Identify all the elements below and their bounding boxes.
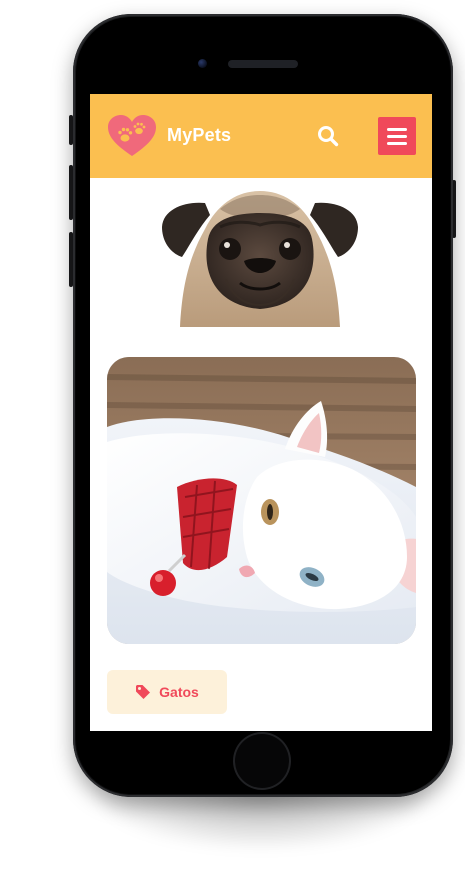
app-header: MyPets xyxy=(90,94,432,178)
front-camera xyxy=(198,59,207,68)
phone-frame: MyPets Gatos xyxy=(73,14,453,797)
app-title: MyPets xyxy=(167,125,232,145)
earpiece-speaker xyxy=(228,60,298,68)
tag-label: Gatos xyxy=(159,684,199,700)
app-screen: MyPets Gatos xyxy=(90,94,432,731)
white-cat-photo[interactable] xyxy=(107,357,416,644)
pug-dog-photo[interactable] xyxy=(160,179,360,327)
category-tag[interactable]: Gatos xyxy=(107,670,227,714)
tag-icon xyxy=(136,685,151,699)
heart-paw-icon[interactable] xyxy=(106,114,158,158)
mockup-stage: MyPets Gatos xyxy=(0,0,465,880)
search-icon xyxy=(318,126,339,147)
home-button[interactable] xyxy=(235,734,289,788)
menu-button[interactable] xyxy=(378,117,416,155)
hamburger-menu-icon xyxy=(387,127,407,131)
search-button[interactable] xyxy=(314,122,342,150)
